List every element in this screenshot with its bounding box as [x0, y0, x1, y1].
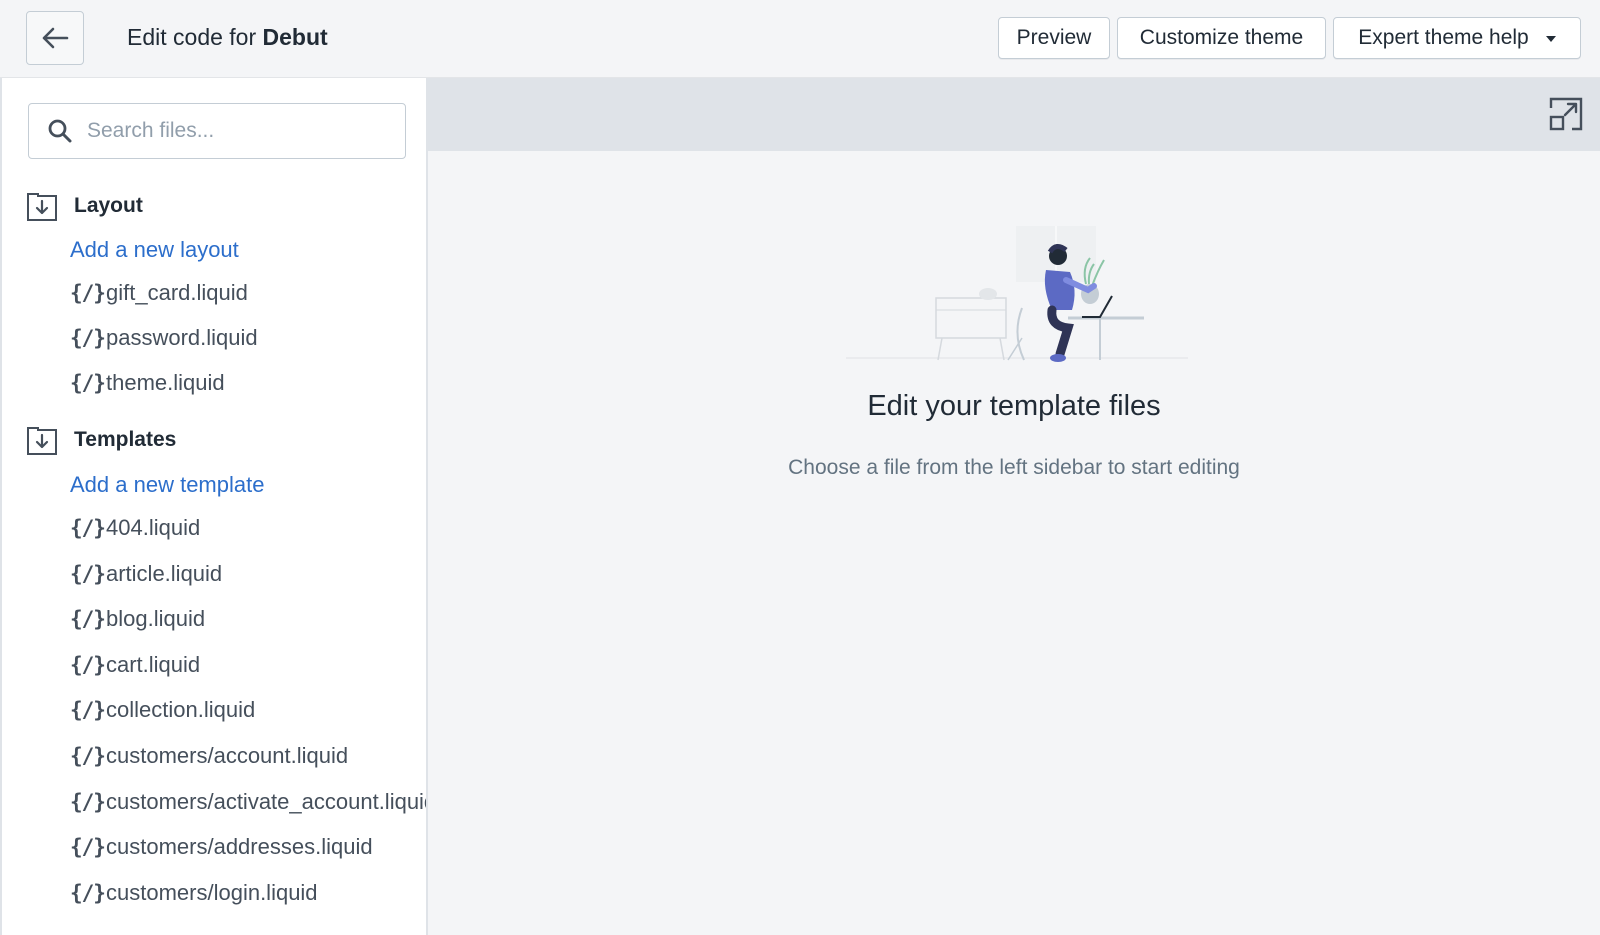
liquid-file-icon: {/}	[70, 607, 106, 631]
file-item[interactable]: {/} customers/activate_account.liquid	[70, 787, 428, 817]
file-item[interactable]: {/} customers/account.liquid	[70, 741, 348, 771]
section-label-templates: Templates	[74, 428, 177, 451]
file-name: 404.liquid	[106, 515, 201, 540]
file-name: password.liquid	[106, 325, 258, 350]
file-name: blog.liquid	[106, 606, 206, 631]
liquid-file-icon: {/}	[70, 562, 106, 586]
editor-area: Edit your template files Choose a file f…	[428, 78, 1600, 935]
add-new-layout-link[interactable]: Add a new layout	[70, 237, 239, 263]
file-item[interactable]: {/} gift_card.liquid	[70, 278, 248, 308]
liquid-file-icon: {/}	[70, 790, 106, 814]
search-icon	[48, 119, 72, 143]
page-title: Edit code for Debut	[127, 24, 328, 51]
file-item[interactable]: {/} 404.liquid	[70, 513, 200, 543]
file-item[interactable]: {/} customers/addresses.liquid	[70, 832, 373, 862]
preview-button[interactable]: Preview	[998, 17, 1110, 59]
caret-down-icon	[1545, 36, 1556, 42]
customize-theme-button[interactable]: Customize theme	[1117, 17, 1326, 59]
file-sidebar[interactable]: Layout Add a new layout {/} gift_card.li…	[0, 78, 428, 935]
section-header-layout[interactable]: Layout	[26, 189, 143, 223]
liquid-file-icon: {/}	[70, 835, 106, 859]
liquid-file-icon: {/}	[70, 881, 106, 905]
add-new-template-link[interactable]: Add a new template	[70, 472, 264, 498]
expand-icon[interactable]	[1548, 96, 1584, 132]
theme-name: Debut	[262, 24, 328, 50]
folder-download-icon	[27, 427, 57, 455]
file-name: collection.liquid	[106, 697, 256, 722]
page-title-prefix: Edit code for	[127, 24, 257, 50]
preview-button-label: Preview	[1016, 26, 1092, 49]
search-input[interactable]	[87, 119, 377, 143]
liquid-file-icon: {/}	[70, 744, 106, 768]
liquid-file-icon: {/}	[70, 281, 106, 305]
file-name: theme.liquid	[106, 370, 225, 395]
top-bar: Edit code for Debut Preview Customize th…	[0, 0, 1600, 78]
editor-toolbar	[428, 78, 1600, 151]
file-item[interactable]: {/} collection.liquid	[70, 695, 255, 725]
liquid-file-icon: {/}	[70, 698, 106, 722]
folder-download-icon	[27, 193, 57, 221]
empty-state-title: Edit your template files	[867, 390, 1161, 422]
liquid-file-icon: {/}	[70, 516, 106, 540]
expert-theme-help-button[interactable]: Expert theme help	[1333, 17, 1581, 59]
file-item[interactable]: {/} article.liquid	[70, 559, 222, 589]
file-item[interactable]: {/} blog.liquid	[70, 604, 205, 634]
file-item[interactable]: {/} customers/login.liquid	[70, 878, 318, 908]
file-name: cart.liquid	[106, 652, 201, 677]
customize-theme-button-label: Customize theme	[1139, 26, 1304, 49]
section-header-templates[interactable]: Templates	[26, 423, 176, 457]
liquid-file-icon: {/}	[70, 653, 106, 677]
person-at-laptop-illustration	[846, 226, 1188, 362]
file-item[interactable]: {/} password.liquid	[70, 323, 258, 353]
file-name: article.liquid	[106, 561, 223, 586]
file-name: customers/addresses.liquid	[106, 834, 373, 859]
file-name: customers/account.liquid	[106, 743, 349, 768]
file-name: customers/activate_account.liquid	[106, 789, 428, 814]
file-name: gift_card.liquid	[106, 280, 248, 305]
section-label-layout: Layout	[74, 194, 143, 217]
file-item[interactable]: {/} cart.liquid	[70, 650, 200, 680]
liquid-file-icon: {/}	[70, 326, 106, 350]
liquid-file-icon: {/}	[70, 371, 106, 395]
file-item[interactable]: {/} theme.liquid	[70, 368, 225, 398]
arrow-left-icon	[42, 27, 69, 49]
back-button[interactable]	[26, 11, 84, 65]
file-name: customers/login.liquid	[106, 880, 318, 905]
expert-theme-help-button-label: Expert theme help	[1358, 26, 1529, 49]
empty-state-subtitle: Choose a file from the left sidebar to s…	[788, 456, 1240, 479]
search-box[interactable]	[28, 103, 406, 159]
